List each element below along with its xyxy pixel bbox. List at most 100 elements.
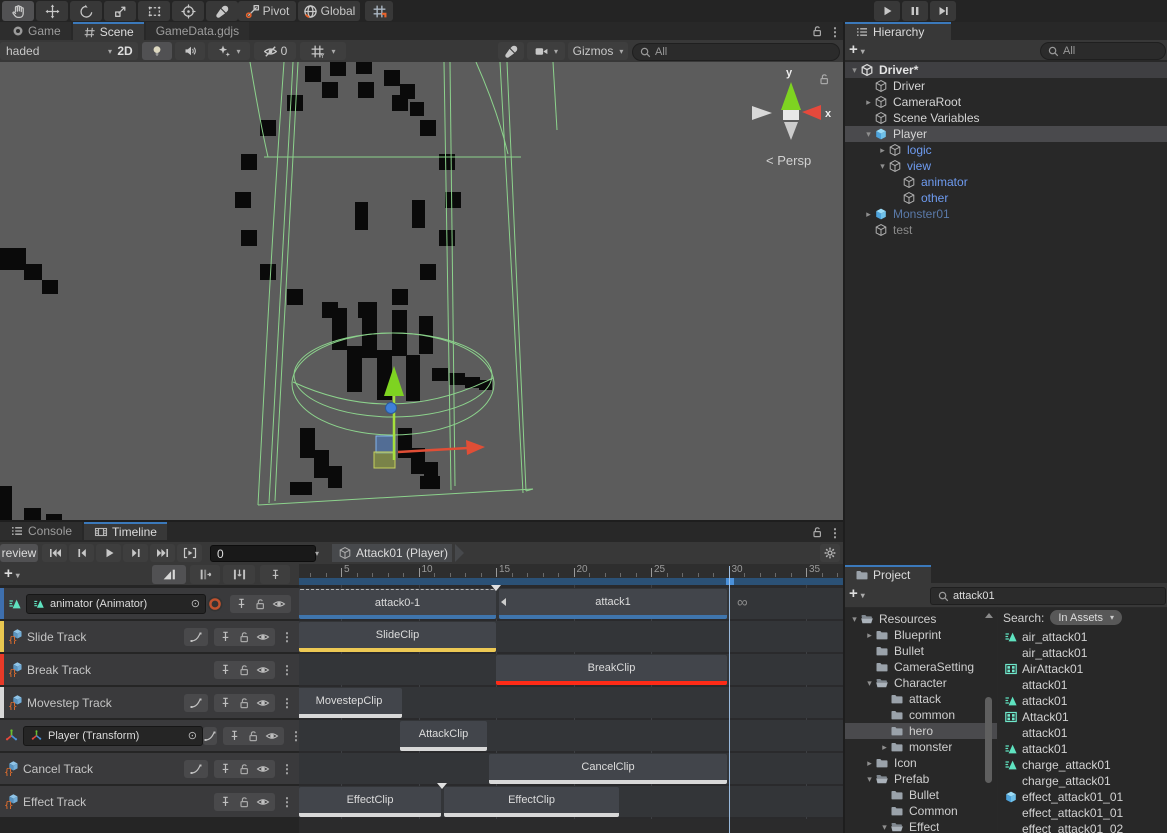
- clip-cancelclip[interactable]: CancelClip: [489, 754, 727, 784]
- hierarchy-item-other[interactable]: other: [845, 190, 1167, 206]
- expand-arrow[interactable]: ▸: [864, 630, 875, 641]
- pause-button[interactable]: [902, 1, 928, 21]
- hierarchy-search-input[interactable]: [1063, 45, 1159, 57]
- clip-effectclip[interactable]: EffectClip: [444, 787, 619, 817]
- clip-slideclip[interactable]: SlideClip: [299, 622, 496, 652]
- lock-icon[interactable]: [237, 762, 251, 776]
- track-binding-field[interactable]: animator (Animator)⊙: [26, 594, 206, 614]
- skip-end-button[interactable]: [150, 544, 175, 562]
- pin-icon[interactable]: [228, 729, 241, 742]
- custom-tools-button[interactable]: [206, 1, 238, 21]
- expand-arrow[interactable]: ▸: [877, 145, 888, 156]
- clip-attack1[interactable]: attack1: [499, 589, 727, 619]
- project-tree-scrollbar[interactable]: [985, 611, 993, 833]
- play-range-button[interactable]: [177, 544, 202, 562]
- hierarchy-item-monster01[interactable]: ▸Monster01: [845, 206, 1167, 222]
- next-key-button[interactable]: [123, 544, 148, 562]
- hierarchy-item-driver-[interactable]: ▾Driver*: [845, 62, 1167, 78]
- asset-result-effect-attack01-01[interactable]: effect_attack01_01: [1003, 789, 1167, 805]
- project-folder-prefab[interactable]: ▾Prefab: [845, 771, 997, 787]
- 2d-toggle[interactable]: 2D: [112, 42, 138, 60]
- timeline-marker[interactable]: [491, 585, 501, 591]
- track-menu-icon[interactable]: ⋮: [281, 630, 293, 644]
- audio-toggle[interactable]: [175, 42, 205, 60]
- lock-icon[interactable]: [237, 696, 251, 710]
- timeline-breadcrumb[interactable]: Attack01 (Player): [332, 544, 452, 562]
- expand-arrow[interactable]: ▾: [879, 822, 890, 833]
- project-folder-common[interactable]: common: [845, 707, 997, 723]
- expand-arrow[interactable]: ▸: [879, 742, 890, 753]
- pin-icon[interactable]: [235, 597, 248, 610]
- clip-movestepclip[interactable]: MovestepClip: [299, 688, 402, 718]
- timeline-ruler[interactable]: 5101520253035: [299, 564, 843, 585]
- grid-snap-button[interactable]: [365, 1, 393, 21]
- gizmo-lock-icon[interactable]: [817, 72, 831, 86]
- track-header-break-track[interactable]: {}Break Track⋮: [0, 654, 299, 685]
- hierarchy-item-cameraroot[interactable]: ▸CameraRoot: [845, 94, 1167, 110]
- project-search[interactable]: [930, 587, 1166, 605]
- project-folder-blueprint[interactable]: ▸Blueprint: [845, 627, 997, 643]
- scene-search-input[interactable]: [655, 46, 833, 58]
- curves-toggle[interactable]: [184, 694, 208, 712]
- track-header-player-transform-[interactable]: Player (Transform)⊙⋮: [0, 720, 299, 751]
- camera-dropdown[interactable]: ▾: [527, 42, 565, 60]
- tab-gamedata-gdjs[interactable]: GameData.gdjs: [146, 22, 249, 40]
- eye-icon[interactable]: [256, 795, 270, 809]
- project-folder-bullet[interactable]: Bullet: [845, 787, 997, 803]
- scene-search[interactable]: [632, 43, 840, 61]
- expand-arrow[interactable]: ▾: [849, 65, 860, 76]
- pin-icon[interactable]: [219, 762, 232, 775]
- hierarchy-item-logic[interactable]: ▸logic: [845, 142, 1167, 158]
- eye-icon[interactable]: [256, 762, 270, 776]
- eye-icon[interactable]: [272, 597, 286, 611]
- pin-icon[interactable]: [219, 630, 232, 643]
- record-button[interactable]: [206, 595, 224, 613]
- hierarchy-item-player[interactable]: ▾Player: [845, 126, 1167, 142]
- preview-button[interactable]: review: [0, 544, 38, 562]
- eye-icon[interactable]: [256, 630, 270, 644]
- track-header-animator-animator-[interactable]: animator (Animator)⊙⋮: [0, 588, 299, 619]
- eye-icon[interactable]: [265, 729, 279, 743]
- track-header-slide-track[interactable]: {}Slide Track⋮: [0, 621, 299, 652]
- track-binding-field[interactable]: Player (Transform)⊙: [23, 726, 203, 746]
- project-split-divider[interactable]: [997, 607, 998, 833]
- frame-field[interactable]: 0: [210, 545, 316, 562]
- scene-lock-icon[interactable]: [810, 24, 824, 38]
- scene-viewport[interactable]: y x < Persp: [0, 62, 843, 522]
- eye-icon[interactable]: [256, 663, 270, 677]
- expand-arrow[interactable]: ▾: [877, 161, 888, 172]
- playhead-line[interactable]: [729, 566, 730, 833]
- tab-timeline[interactable]: Timeline: [84, 522, 167, 540]
- hierarchy-search[interactable]: [1040, 42, 1166, 60]
- asset-result-attack01[interactable]: attack01: [1003, 677, 1167, 693]
- project-folder-character[interactable]: ▾Character: [845, 675, 997, 691]
- project-folder-resources[interactable]: ▾Resources: [845, 611, 997, 627]
- project-folder-icon[interactable]: ▸Icon: [845, 755, 997, 771]
- project-folder-effect[interactable]: ▾Effect: [845, 819, 997, 833]
- search-scope-dropdown[interactable]: In Assets ▾: [1050, 610, 1122, 625]
- step-button[interactable]: [930, 1, 956, 21]
- curves-toggle[interactable]: [184, 628, 208, 646]
- asset-result-air-attack01[interactable]: air_attack01: [1003, 645, 1167, 661]
- clip-attack0-1[interactable]: attack0-1: [299, 589, 496, 619]
- clip-effectclip[interactable]: EffectClip: [299, 787, 441, 817]
- rotate-tool-button[interactable]: [70, 1, 102, 21]
- asset-result-attack01[interactable]: Attack01: [1003, 709, 1167, 725]
- clip-attackclip[interactable]: AttackClip: [400, 721, 487, 751]
- project-folder-camerasetting[interactable]: CameraSetting: [845, 659, 997, 675]
- transform-tool-button[interactable]: [172, 1, 204, 21]
- curves-toggle[interactable]: [184, 760, 208, 778]
- asset-result-airattack01[interactable]: AirAttack01: [1003, 661, 1167, 677]
- curves-toggle[interactable]: [203, 727, 217, 745]
- prev-key-button[interactable]: [69, 544, 94, 562]
- pivot-button[interactable]: Pivot: [238, 1, 296, 21]
- asset-result-attack01[interactable]: attack01: [1003, 693, 1167, 709]
- tab-hierarchy[interactable]: Hierarchy: [845, 22, 951, 40]
- asset-result-charge-attack01[interactable]: charge_attack01: [1003, 773, 1167, 789]
- tab-game[interactable]: Game: [0, 22, 71, 40]
- frame-dropdown-icon[interactable]: ▾: [315, 549, 319, 558]
- pin-icon[interactable]: [219, 663, 232, 676]
- timeline-settings-button[interactable]: [820, 544, 840, 562]
- clips-area[interactable]: attack0-1attack1SlideClipBreakClipMovest…: [299, 585, 843, 833]
- rect-tool-button[interactable]: [138, 1, 170, 21]
